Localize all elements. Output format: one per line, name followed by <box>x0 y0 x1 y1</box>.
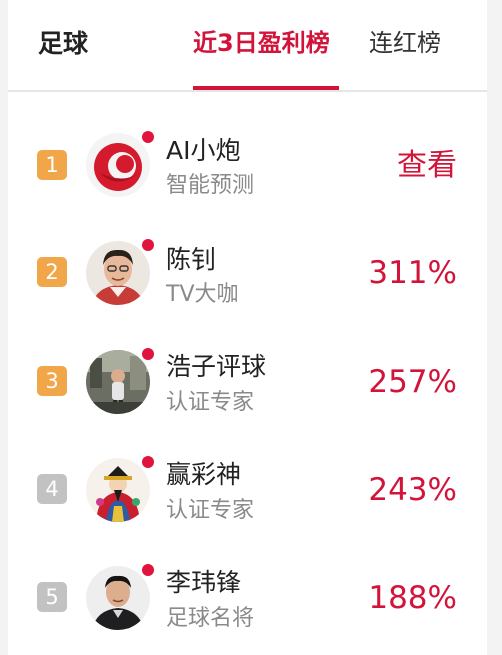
tab-3-day-profit[interactable]: 近3日盈利榜 <box>193 24 330 62</box>
expert-name: 赢彩神 <box>166 460 242 489</box>
user-avatar-icon <box>86 458 150 522</box>
active-tab-indicator <box>193 86 339 90</box>
profit-rate: 257% <box>368 364 457 400</box>
view-button[interactable]: 查看 <box>397 146 457 186</box>
expert-name: 李玮锋 <box>166 568 242 597</box>
expert-title: 认证专家 <box>166 498 255 523</box>
expert-name: 陈钊 <box>166 245 217 274</box>
rank-badge: 5 <box>37 582 67 612</box>
live-dot <box>142 348 154 360</box>
ranking-row[interactable]: 2 陈钊 TV大咖 311% <box>8 222 487 322</box>
expert-title: 智能预测 <box>166 173 255 198</box>
profit-rate: 188% <box>368 580 457 616</box>
avatar[interactable] <box>86 456 154 522</box>
user-avatar-icon <box>86 241 150 305</box>
tab-win-streak[interactable]: 连红榜 <box>369 24 441 62</box>
ranking-row[interactable]: 5 李玮锋 足球名将 188% <box>8 547 487 647</box>
expert-title: 认证专家 <box>166 390 255 415</box>
ranking-row[interactable]: 3 浩子评球 认证专家 257% <box>8 331 487 431</box>
rank-badge: 1 <box>37 150 67 180</box>
avatar[interactable] <box>86 564 154 630</box>
expert-title: 足球名将 <box>166 606 255 631</box>
live-dot <box>142 456 154 468</box>
profit-rate: 243% <box>368 472 457 508</box>
live-dot <box>142 239 154 251</box>
ranking-row[interactable]: 4 赢彩神 认证专家 243% <box>8 439 487 539</box>
rank-badge: 3 <box>37 366 67 396</box>
expert-name: 浩子评球 <box>166 352 267 381</box>
expert-name: AI小炮 <box>166 136 241 165</box>
avatar[interactable] <box>86 131 154 197</box>
expert-title: TV大咖 <box>166 282 239 307</box>
ai-logo-icon <box>86 133 150 197</box>
rank-badge: 4 <box>37 474 67 504</box>
live-dot <box>142 131 154 143</box>
header-bar: 足球 近3日盈利榜 连红榜 <box>8 0 487 92</box>
live-dot <box>142 564 154 576</box>
avatar[interactable] <box>86 348 154 414</box>
avatar[interactable] <box>86 239 154 305</box>
ranking-row[interactable]: 1 AI小炮 智能预测 查看 <box>8 115 487 215</box>
rank-badge: 2 <box>37 257 67 287</box>
profit-rate: 311% <box>368 255 457 291</box>
ranking-card: 足球 近3日盈利榜 连红榜 1 AI小炮 智能预测 查看 2 陈钊 TV大咖 3… <box>8 0 487 655</box>
user-avatar-icon <box>86 566 150 630</box>
sport-title: 足球 <box>38 29 89 58</box>
user-avatar-icon <box>86 350 150 414</box>
